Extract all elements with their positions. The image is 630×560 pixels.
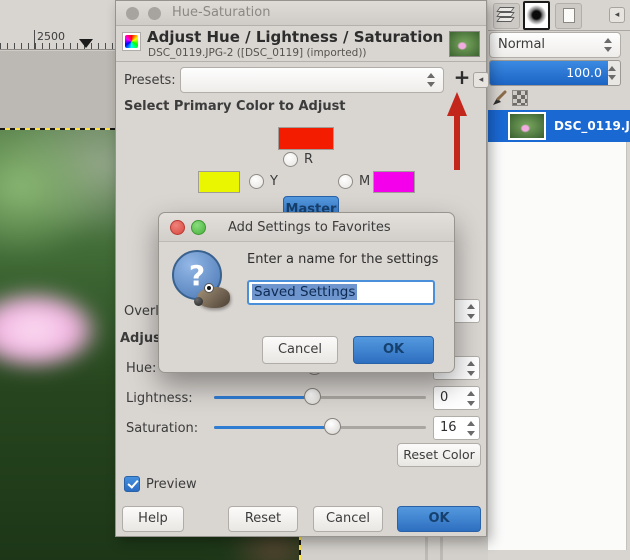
header-title: Adjust Hue / Lightness / Saturation	[147, 28, 444, 46]
favorites-ok-button[interactable]: OK	[353, 336, 434, 364]
window-button-icon[interactable]	[126, 7, 139, 20]
header-subtitle: DSC_0119.JPG-2 ([DSC_0119] (imported))	[148, 47, 367, 59]
favorites-titlebar[interactable]: Add Settings to Favorites	[159, 213, 454, 242]
preview-label: Preview	[146, 477, 197, 492]
annotation-arrow-icon	[440, 92, 476, 172]
layer-mode-select[interactable]: Normal	[489, 32, 621, 58]
window-button-icon[interactable]	[148, 7, 161, 20]
layer-row-selected[interactable]: DSC_0119.JPG	[488, 110, 630, 142]
minimize-button-icon[interactable]	[191, 220, 206, 235]
dock-tab-bar: ◂	[488, 0, 630, 31]
favorites-title: Add Settings to Favorites	[228, 220, 391, 235]
canvas-background-lower	[301, 537, 488, 560]
ok-button[interactable]: OK	[397, 506, 481, 532]
add-preset-button[interactable]: +	[450, 65, 474, 91]
add-settings-dialog: Add Settings to Favorites ? Enter a name…	[158, 212, 455, 373]
dialog-header: Adjust Hue / Lightness / Saturation DSC_…	[116, 27, 486, 62]
close-button-icon[interactable]	[170, 220, 185, 235]
image-thumbnail	[449, 31, 480, 57]
tab-active-dot[interactable]	[523, 1, 550, 30]
layers-stack-icon	[496, 7, 516, 24]
alpha-checker-icon[interactable]	[512, 90, 528, 106]
presets-label: Presets:	[124, 73, 176, 88]
combo-spinner-icon	[604, 38, 613, 52]
select-color-heading: Select Primary Color to Adjust	[124, 99, 346, 114]
radio-r[interactable]	[283, 152, 298, 167]
tab-document[interactable]	[555, 3, 582, 29]
combo-spinner-icon	[427, 73, 436, 87]
ruler-ticks	[0, 43, 115, 49]
canvas-edge-lines	[420, 537, 454, 560]
paintbrush-icon[interactable]	[491, 90, 508, 107]
layer-thumbnail	[508, 112, 546, 140]
favorites-cancel-button[interactable]: Cancel	[262, 336, 338, 364]
menu-arrow-icon: ◂	[614, 10, 620, 20]
selected-text: Saved Settings	[252, 284, 358, 300]
lightness-value: 0	[440, 390, 449, 405]
lock-buttons-row	[488, 88, 630, 110]
radio-y[interactable]	[249, 174, 264, 189]
saturation-spinbox[interactable]: 16	[433, 416, 480, 440]
layer-mode-value: Normal	[498, 37, 546, 52]
presets-select[interactable]	[180, 67, 444, 93]
ruler-position-marker-icon	[79, 39, 93, 48]
prompt-text: Enter a name for the settings	[247, 252, 439, 267]
reset-button[interactable]: Reset	[228, 506, 298, 532]
lightness-spinbox[interactable]: 0	[433, 386, 480, 410]
spin-arrows-icon[interactable]	[465, 389, 477, 408]
menu-arrow-icon: ◂	[478, 75, 484, 85]
radio-r-label: R	[304, 152, 314, 167]
saturation-value: 16	[440, 420, 457, 435]
lightness-slider[interactable]	[214, 388, 426, 406]
radio-m-label: M	[359, 174, 371, 189]
cancel-button[interactable]: Cancel	[313, 506, 383, 532]
swatch-magenta	[373, 171, 415, 193]
swatch-red	[278, 127, 334, 150]
hue-saturation-tool-icon	[122, 32, 141, 51]
spin-arrows-icon[interactable]	[465, 302, 477, 321]
swatch-yellow	[198, 171, 240, 193]
dock-menu-button[interactable]: ◂	[609, 7, 625, 23]
opacity-value: 100.0	[566, 65, 602, 80]
reset-color-button[interactable]: Reset Color	[397, 443, 481, 467]
layer-name: DSC_0119.JPG	[554, 119, 630, 133]
settings-name-input[interactable]: Saved Settings	[247, 280, 435, 305]
plus-icon: +	[453, 65, 471, 89]
presets-menu-button[interactable]: ◂	[473, 72, 489, 88]
opacity-slider[interactable]: 100.0	[489, 60, 621, 86]
radio-y-label: Y	[270, 174, 278, 189]
gimp-mascot-icon	[194, 283, 232, 309]
ruler-label: 2500	[37, 30, 65, 43]
spin-arrows-icon[interactable]	[465, 419, 477, 438]
tab-layers[interactable]	[493, 3, 520, 29]
layer-list-empty-area	[488, 142, 627, 550]
radio-m[interactable]	[338, 174, 353, 189]
fuzzy-dot-icon	[525, 3, 548, 28]
image-window-top-strip	[0, 0, 115, 29]
help-button[interactable]: Help	[122, 506, 184, 532]
dialog-title: Hue-Saturation	[172, 5, 271, 20]
hue-label: Hue:	[126, 361, 157, 376]
spin-arrows-icon[interactable]	[465, 359, 477, 378]
preview-checkbox[interactable]	[124, 476, 140, 492]
paper-icon	[562, 8, 575, 23]
lightness-label: Lightness:	[126, 391, 193, 406]
horizontal-ruler: 2500	[0, 29, 115, 50]
dialog-titlebar[interactable]: Hue-Saturation	[116, 1, 486, 26]
saturation-label: Saturation:	[126, 421, 199, 436]
opacity-spinner-icon	[608, 66, 617, 80]
saturation-slider[interactable]	[214, 418, 426, 436]
layers-panel: ◂ Normal 100.0 DSC_0119.JPG	[488, 0, 630, 560]
